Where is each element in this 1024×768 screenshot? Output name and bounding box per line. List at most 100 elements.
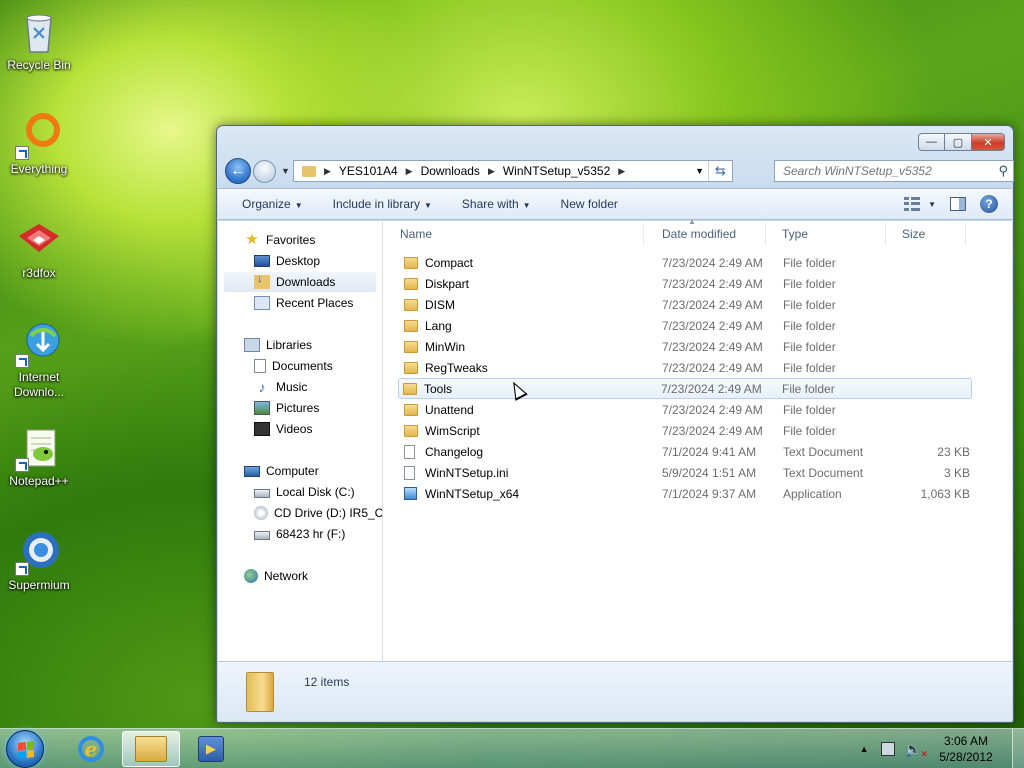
maximize-button[interactable]: ▢	[945, 133, 972, 151]
forward-button[interactable]	[253, 160, 276, 183]
address-bar[interactable]: ▶ YES101A4 ▶ Downloads ▶ WinNTSetup_v535…	[293, 160, 733, 182]
file-row[interactable]: DISM 7/23/2024 2:49 AM File folder	[400, 294, 972, 315]
desktop-icon-label: Everything	[10, 162, 68, 176]
file-name-cell: WinNTSetup.ini	[404, 465, 508, 480]
nav-desktop[interactable]: Desktop	[254, 251, 320, 271]
nav-cd-drive[interactable]: CD Drive (D:) IR5_CC	[254, 503, 382, 523]
taskbar-windows-explorer[interactable]	[122, 731, 180, 767]
nav-recent-places[interactable]: Recent Places	[254, 293, 353, 313]
file-row[interactable]: Changelog 7/1/2024 9:41 AM Text Document 23…	[400, 441, 972, 462]
file-type: File folder	[783, 318, 836, 333]
nav-label: Desktop	[276, 254, 321, 268]
windows-logo-icon	[18, 741, 34, 759]
file-row[interactable]: Compact 7/23/2024 2:49 AM File folder	[400, 252, 972, 273]
breadcrumb-item[interactable]: Downloads	[421, 164, 480, 178]
minimize-button[interactable]: —	[918, 133, 945, 151]
show-desktop-button[interactable]	[1012, 729, 1024, 768]
file-type: Application	[783, 486, 842, 501]
file-date: 7/23/2024 2:49 AM	[662, 423, 763, 438]
desktop-icon-supermium[interactable]: Supermium	[0, 528, 78, 593]
file-row[interactable]: WinNTSetup.ini 5/9/2024 1:51 AM Text Docum…	[400, 462, 972, 483]
column-header-name[interactable]: Name	[384, 223, 644, 245]
file-row[interactable]: Tools 7/23/2024 2:49 AM File folder	[398, 378, 972, 399]
help-icon[interactable]: ?	[980, 195, 998, 213]
videos-icon	[254, 422, 270, 436]
file-row[interactable]: Diskpart 7/23/2024 2:49 AM File folder	[400, 273, 972, 294]
chevron-right-icon[interactable]: ▶	[488, 166, 495, 177]
breadcrumb-item[interactable]: WinNTSetup_v5352	[503, 164, 610, 178]
network-status-icon[interactable]	[880, 742, 895, 756]
column-header-size[interactable]: Size	[886, 223, 966, 245]
nav-network[interactable]: Network	[244, 566, 308, 586]
nav-favorites[interactable]: ★ Favorites	[244, 230, 315, 250]
recent-pages-dropdown[interactable]: ▼	[281, 166, 290, 176]
organize-label: Organize	[242, 197, 291, 211]
file-type: File folder	[783, 360, 836, 375]
file-date: 7/23/2024 2:49 AM	[662, 318, 763, 333]
file-list: ▲ Name Date modified Type Size Compact 7/…	[384, 217, 1012, 661]
close-button[interactable]: ✕	[972, 133, 1005, 151]
nav-label: Documents	[272, 359, 333, 373]
search-box[interactable]: ⚲	[774, 160, 1014, 182]
column-header-date[interactable]: Date modified	[646, 223, 766, 245]
file-row[interactable]: RegTweaks 7/23/2024 2:49 AM File folder	[400, 357, 972, 378]
nav-libraries[interactable]: Libraries	[244, 335, 312, 355]
file-row[interactable]: Lang 7/23/2024 2:49 AM File folder	[400, 315, 972, 336]
clock-time: 3:06 AM	[943, 734, 989, 748]
back-button[interactable]: ←	[225, 158, 251, 184]
share-with-button[interactable]: Share with ▼	[462, 197, 531, 211]
file-name: Unattend	[425, 402, 474, 417]
taskbar-internet-explorer[interactable]: e	[62, 731, 120, 767]
music-icon: ♪	[258, 379, 266, 395]
desktop-icon-r3dfox[interactable]: r3dfox	[0, 216, 78, 281]
nav-usb-drive[interactable]: 68423 hr (F:)	[254, 524, 345, 544]
taskbar-media-player[interactable]: ▶	[182, 731, 240, 767]
show-hidden-icons-button[interactable]: ▲	[860, 744, 869, 754]
nav-music[interactable]: ♪ Music	[254, 377, 308, 397]
nav-label: Network	[264, 569, 309, 583]
nav-pictures[interactable]: Pictures	[254, 398, 319, 418]
chevron-right-icon[interactable]: ▶	[324, 166, 331, 177]
view-options-dropdown-icon[interactable]: ▼	[928, 200, 936, 209]
file-row[interactable]: WimScript 7/23/2024 2:49 AM File folder	[400, 420, 972, 441]
include-in-library-button[interactable]: Include in library ▼	[333, 197, 432, 211]
file-row[interactable]: MinWin 7/23/2024 2:49 AM File folder	[400, 336, 972, 357]
recent-places-icon	[254, 296, 270, 310]
nav-videos[interactable]: Videos	[254, 419, 312, 439]
nav-documents[interactable]: Documents	[254, 356, 333, 376]
notepad-plus-plus-icon	[15, 424, 63, 472]
breadcrumb-item[interactable]: YES101A4	[339, 164, 398, 178]
nav-computer[interactable]: Computer	[244, 461, 319, 481]
refresh-button[interactable]: ⇆	[708, 161, 732, 181]
file-row[interactable]: WinNTSetup_x64 7/1/2024 9:37 AM Applicatio…	[400, 483, 972, 504]
search-input[interactable]	[783, 164, 983, 178]
desktop-icon-label: Internet Downlo...	[13, 370, 65, 399]
chevron-right-icon[interactable]: ▶	[618, 166, 625, 177]
desktop-icon-internet-download-manager[interactable]: Internet Downlo...	[0, 320, 78, 400]
nav-local-disk[interactable]: Local Disk (C:)	[254, 482, 355, 502]
nav-label: Recent Places	[276, 296, 354, 310]
nav-downloads[interactable]: Downloads	[224, 272, 376, 292]
file-row[interactable]: Unattend 7/23/2024 2:49 AM File folder	[400, 399, 972, 420]
address-dropdown-icon[interactable]: ▼	[695, 166, 704, 176]
volume-muted-icon[interactable]: 🔈	[905, 741, 929, 760]
search-icon[interactable]: ⚲	[998, 163, 1008, 179]
file-size: 3 KB	[943, 465, 970, 480]
desktop-icon-notepad-plus-plus[interactable]: Notepad++	[0, 424, 78, 489]
organize-button[interactable]: Organize ▼	[242, 197, 303, 211]
content-area: ★ Favorites Desktop Downloads Recent Plac…	[218, 217, 1012, 661]
column-header-type[interactable]: Type	[766, 223, 886, 245]
chevron-right-icon[interactable]: ▶	[406, 166, 413, 177]
items-count: 12 items	[304, 675, 350, 689]
desktop-icon-recycle-bin[interactable]: Recycle Bin	[0, 8, 78, 73]
change-view-icon[interactable]	[904, 197, 921, 211]
clock[interactable]: 3:06 AM 5/28/2012	[936, 733, 996, 765]
desktop-icon-everything[interactable]: Everything	[0, 112, 78, 177]
nav-label: Favorites	[266, 233, 316, 247]
preview-pane-icon[interactable]	[950, 197, 966, 211]
start-button[interactable]	[6, 730, 44, 768]
file-name: Changelog	[425, 444, 484, 459]
desktop-icon-label: Notepad++	[9, 474, 69, 488]
new-folder-button[interactable]: New folder	[561, 197, 618, 211]
hard-drive-icon	[254, 489, 270, 498]
